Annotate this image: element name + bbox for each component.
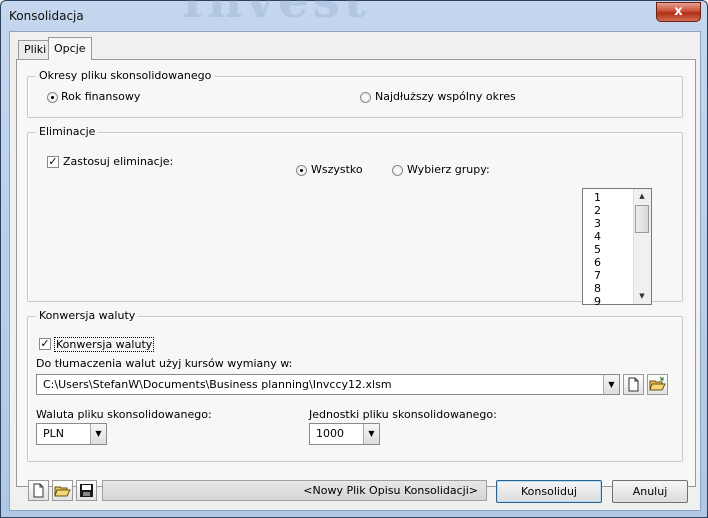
open-file-button[interactable] bbox=[647, 374, 668, 395]
periods-group: Okresy pliku skonsolidowanego Rok finans… bbox=[27, 69, 683, 118]
list-item[interactable]: 1 bbox=[594, 191, 601, 204]
radio-select-groups[interactable] bbox=[392, 165, 403, 176]
dialog-client: Pliki Opcje Okresy pliku skonsolidowaneg… bbox=[9, 31, 701, 511]
tab-label: Opcje bbox=[54, 42, 86, 55]
save-disk-icon bbox=[80, 484, 93, 497]
chevron-down-icon[interactable]: ▼ bbox=[603, 375, 619, 394]
currency-legend: Konwersja waluty bbox=[36, 309, 139, 322]
radio-fiscal-year[interactable] bbox=[47, 92, 58, 103]
close-button[interactable]: x bbox=[656, 2, 701, 22]
radio-longest-period-label[interactable]: Najdłuższy wspólny okres bbox=[375, 90, 516, 103]
new-file-icon bbox=[33, 483, 44, 498]
list-item[interactable]: 9 bbox=[594, 295, 601, 308]
new-file-icon bbox=[628, 377, 639, 392]
radio-all[interactable] bbox=[296, 165, 307, 176]
tab-label: Pliki bbox=[24, 43, 47, 56]
status-field: <Nowy Plik Opisu Konsolidacji> bbox=[102, 480, 487, 501]
tab-page-opcje: Okresy pliku skonsolidowanego Rok finans… bbox=[16, 59, 696, 487]
groups-listbox[interactable]: 1 2 3 4 5 6 7 8 9 ▲ ▼ bbox=[582, 188, 652, 308]
consolidate-button[interactable]: Konsoliduj bbox=[496, 480, 602, 503]
units-value[interactable]: 1000 bbox=[316, 427, 344, 440]
footer-new-button[interactable] bbox=[28, 480, 49, 501]
new-file-button[interactable] bbox=[623, 374, 644, 395]
list-item[interactable]: 2 bbox=[594, 204, 601, 217]
window-title: Konsolidacja bbox=[9, 9, 84, 23]
radio-fiscal-year-label[interactable]: Rok finansowy bbox=[61, 90, 140, 103]
cancel-label: Anuluj bbox=[632, 485, 668, 498]
apply-elimination-checkbox[interactable]: ✓ bbox=[47, 156, 59, 168]
chevron-down-icon[interactable]: ▼ bbox=[363, 424, 379, 444]
footer-save-button[interactable] bbox=[76, 480, 97, 501]
radio-longest-period[interactable] bbox=[360, 92, 371, 103]
cancel-button[interactable]: Anuluj bbox=[612, 480, 688, 503]
open-folder-icon bbox=[54, 486, 71, 497]
scroll-down-icon[interactable]: ▼ bbox=[634, 289, 650, 304]
radio-select-groups-label[interactable]: Wybierz grupy: bbox=[407, 163, 490, 176]
currency-conversion-label[interactable]: Konwersja waluty bbox=[54, 337, 155, 352]
tab-opcje[interactable]: Opcje bbox=[48, 37, 92, 60]
dialog-window: Invest Konsolidacja x Pliki Opcje Okresy… bbox=[0, 0, 708, 518]
radio-all-label[interactable]: Wszystko bbox=[311, 163, 363, 176]
currency-label: Waluta pliku skonsolidowanego: bbox=[36, 408, 212, 421]
currency-conversion-checkbox[interactable]: ✓ bbox=[39, 338, 51, 350]
open-folder-icon bbox=[649, 376, 666, 391]
status-text: <Nowy Plik Opisu Konsolidacji> bbox=[303, 484, 478, 497]
footer-open-button[interactable] bbox=[52, 480, 73, 501]
chevron-down-icon[interactable]: ▼ bbox=[90, 424, 106, 444]
apply-elimination-label[interactable]: Zastosuj eliminacje: bbox=[63, 155, 173, 168]
currency-value[interactable]: PLN bbox=[43, 427, 64, 440]
list-item[interactable]: 6 bbox=[594, 256, 601, 269]
periods-legend: Okresy pliku skonsolidowanego bbox=[36, 69, 215, 82]
listbox-scrollbar[interactable]: ▲ ▼ bbox=[633, 189, 651, 304]
list-item[interactable]: 3 bbox=[594, 217, 601, 230]
units-label: Jednostki pliku skonsolidowanego: bbox=[309, 408, 497, 421]
list-item[interactable]: 8 bbox=[594, 282, 601, 295]
elimination-legend: Eliminacje bbox=[36, 125, 99, 138]
list-item[interactable]: 5 bbox=[594, 243, 601, 256]
watermark-logo: Invest bbox=[181, 0, 370, 29]
close-icon: x bbox=[674, 4, 683, 19]
units-select[interactable]: 1000 ▼ bbox=[309, 423, 380, 445]
rates-file-value[interactable]: C:\Users\StefanW\Documents\Business plan… bbox=[43, 378, 392, 391]
currency-select[interactable]: PLN ▼ bbox=[36, 423, 107, 445]
scroll-up-icon[interactable]: ▲ bbox=[634, 189, 650, 204]
consolidate-label: Konsoliduj bbox=[521, 485, 577, 498]
rates-label: Do tłumaczenia walut użyj kursów wymiany… bbox=[36, 357, 293, 370]
list-item[interactable]: 4 bbox=[594, 230, 601, 243]
rates-file-combobox[interactable]: C:\Users\StefanW\Documents\Business plan… bbox=[36, 374, 620, 395]
scroll-thumb[interactable] bbox=[635, 205, 649, 233]
list-item[interactable]: 7 bbox=[594, 269, 601, 282]
currency-group: Konwersja waluty ✓ Konwersja waluty Do t… bbox=[27, 309, 683, 462]
